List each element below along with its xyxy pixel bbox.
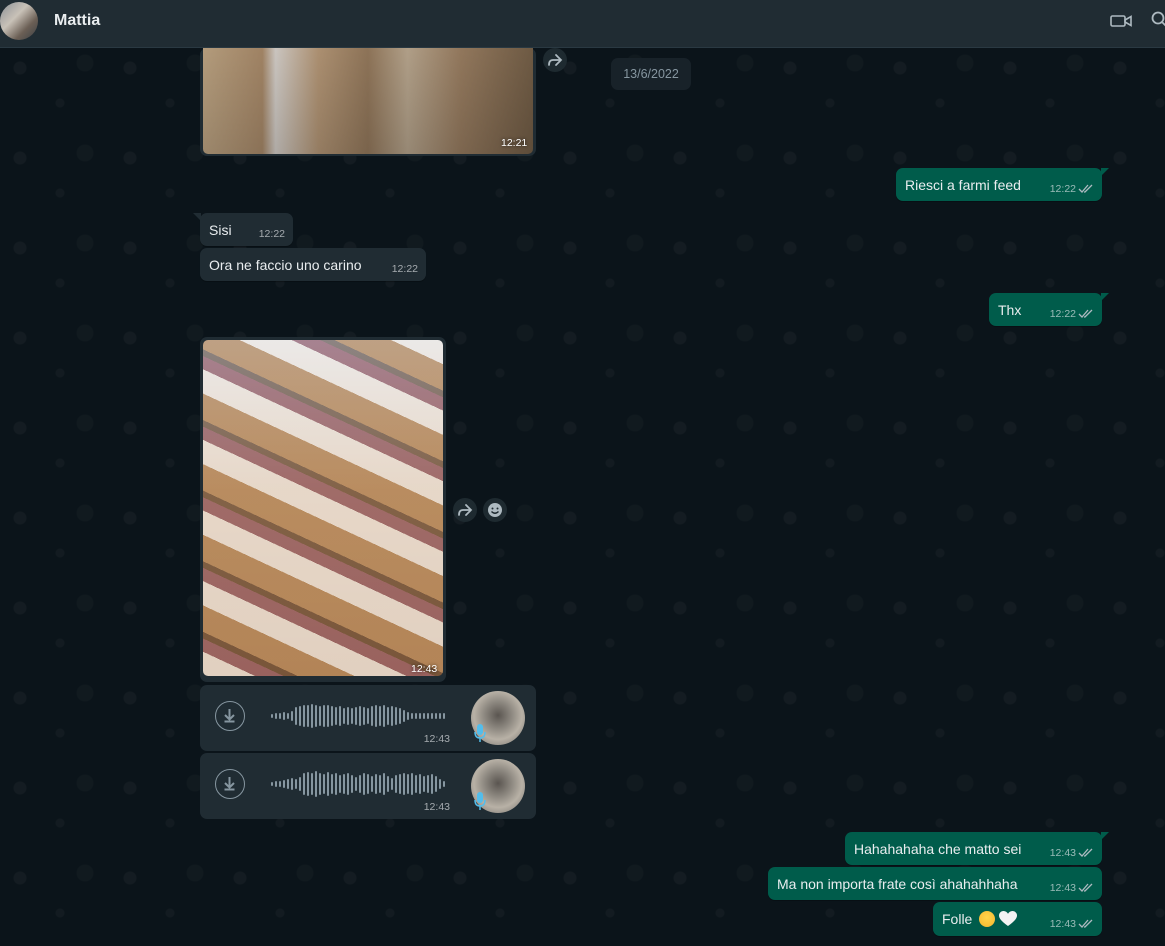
message-text: Riesci a farmi feed xyxy=(905,177,1021,193)
message-text-label: Folle xyxy=(942,911,973,927)
microphone-icon xyxy=(474,724,486,742)
white-heart-emoji xyxy=(999,911,1018,926)
message-text: Ora ne faccio uno carino xyxy=(209,257,362,273)
audio-waveform[interactable] xyxy=(270,771,446,797)
image-message[interactable]: 12:43 xyxy=(200,337,446,682)
message-time: 12:22 xyxy=(1049,183,1076,195)
message-text: Thx xyxy=(998,302,1022,318)
message-time: 12:43 xyxy=(1049,847,1076,859)
message-time: 12:43 xyxy=(423,733,450,745)
download-button[interactable] xyxy=(215,701,245,731)
date-divider: 13/6/2022 xyxy=(611,58,691,90)
message-text: Hahahahaha che matto sei xyxy=(854,841,1022,857)
message-text: Ma non importa frate così ahahahhaha xyxy=(777,876,1018,892)
emoji-reaction-icon xyxy=(488,503,502,517)
video-call-icon[interactable] xyxy=(1110,13,1132,29)
chat-header: Mattia xyxy=(0,0,1165,48)
double-check-icon xyxy=(1078,848,1093,857)
voice-message[interactable]: 12:43 xyxy=(200,685,536,751)
message-time: 12:43 xyxy=(423,801,450,813)
double-check-icon xyxy=(1078,883,1093,892)
message-text: Folle xyxy=(942,911,1018,927)
outgoing-message[interactable]: Folle 12:43 xyxy=(933,902,1102,936)
outgoing-message[interactable]: Hahahahaha che matto sei 12:43 xyxy=(845,832,1109,865)
message-time: 12:43 xyxy=(411,663,438,675)
voice-message[interactable]: 12:43 xyxy=(200,753,536,819)
double-check-icon xyxy=(1078,309,1093,318)
message-time: 12:21 xyxy=(501,137,528,149)
incoming-message[interactable]: Ora ne faccio uno carino 12:22 xyxy=(200,248,426,281)
message-time: 12:43 xyxy=(1049,882,1076,894)
message-time: 12:43 xyxy=(1049,918,1076,930)
contact-avatar[interactable] xyxy=(0,2,38,40)
double-check-icon xyxy=(1078,919,1093,928)
grinning-squinting-face-emoji xyxy=(979,911,996,927)
search-icon[interactable] xyxy=(1150,10,1165,28)
outgoing-message[interactable]: Ma non importa frate così ahahahhaha 12:… xyxy=(768,867,1102,900)
outgoing-message[interactable]: Thx 12:22 xyxy=(989,293,1109,326)
download-icon xyxy=(224,777,235,791)
double-check-icon xyxy=(1078,184,1093,193)
forward-icon xyxy=(548,54,563,66)
download-button[interactable] xyxy=(215,769,245,799)
image-message[interactable]: 12:21 xyxy=(200,48,536,156)
forward-button[interactable] xyxy=(453,498,477,522)
forward-button[interactable] xyxy=(543,48,567,72)
contact-name[interactable]: Mattia xyxy=(54,12,100,30)
outgoing-message[interactable]: Riesci a farmi feed 12:22 xyxy=(896,168,1109,201)
incoming-message[interactable]: Sisi 12:22 xyxy=(193,213,293,246)
message-time: 12:22 xyxy=(391,263,418,275)
shoe-boxes-photo[interactable] xyxy=(203,48,533,154)
audio-waveform[interactable] xyxy=(270,703,446,729)
forward-icon xyxy=(458,504,473,516)
react-button[interactable] xyxy=(483,498,507,522)
message-text: Sisi xyxy=(209,222,232,238)
message-time: 12:22 xyxy=(1049,308,1076,320)
message-time: 12:22 xyxy=(258,228,285,240)
download-icon xyxy=(224,709,235,723)
microphone-icon xyxy=(474,792,486,810)
sneakers-photo[interactable] xyxy=(203,340,443,676)
